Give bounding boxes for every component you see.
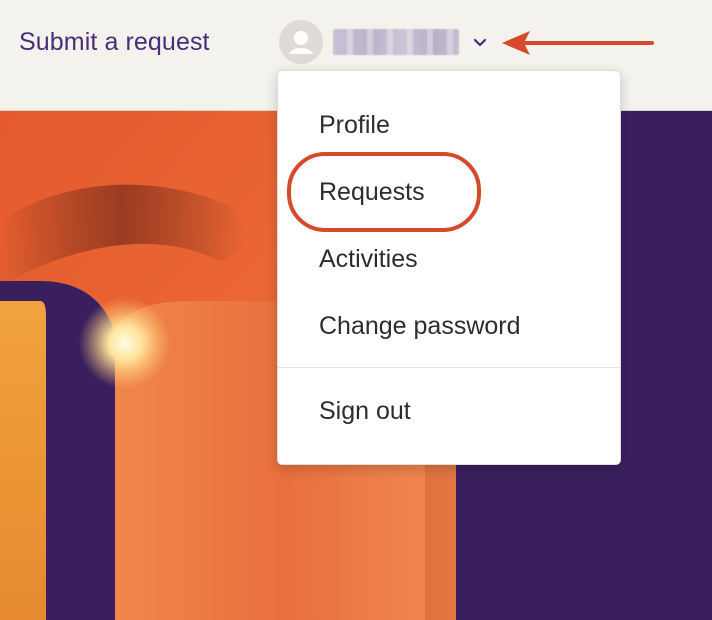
menu-item-sign-out[interactable]: Sign out xyxy=(319,397,411,426)
user-dropdown-menu: Profile Requests Activities Change passw… xyxy=(277,70,621,465)
chevron-down-icon[interactable] xyxy=(470,32,490,52)
annotation-highlight-circle xyxy=(287,152,481,232)
menu-item-change-password[interactable]: Change password xyxy=(319,312,521,341)
menu-item-profile[interactable]: Profile xyxy=(319,111,390,140)
menu-item-activities[interactable]: Activities xyxy=(319,245,418,274)
username-redacted[interactable] xyxy=(333,29,459,55)
user-avatar-icon[interactable] xyxy=(279,20,323,64)
submit-request-link[interactable]: Submit a request xyxy=(19,28,210,57)
menu-divider xyxy=(278,367,620,368)
annotation-arrow-icon xyxy=(500,28,658,58)
